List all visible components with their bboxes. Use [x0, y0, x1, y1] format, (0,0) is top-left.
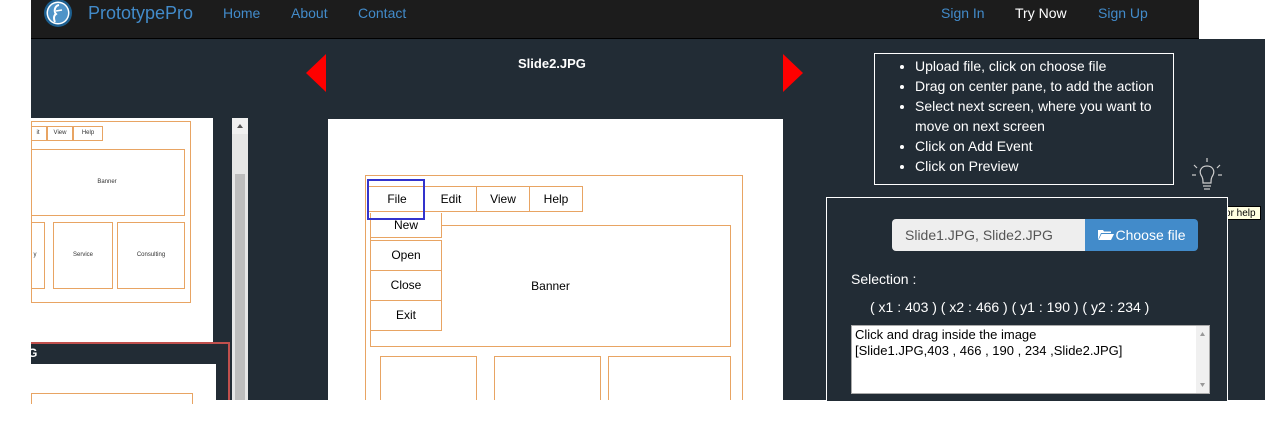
thumbnail-box: Consulting [117, 222, 185, 289]
try-now-link[interactable]: Try Now [1015, 0, 1067, 27]
instruction-item: Drag on center pane, to add the action [915, 76, 1173, 96]
instruction-item: Click on Add Event [915, 136, 1173, 156]
navbar: PrototypePro Home About Contact Sign In … [31, 0, 1199, 39]
thumbnail-menu-item: it [31, 126, 47, 141]
nav-contact-link[interactable]: Contact [358, 0, 406, 27]
slide-name: Slide2.JPG [518, 56, 586, 71]
slide-thumbnail-list[interactable]: it View Help Banner y Service Consulting [31, 118, 213, 343]
scroll-up-button[interactable] [232, 118, 248, 134]
selection-rectangle[interactable] [367, 179, 425, 220]
selection-coordinates: ( x1 : 403 ) ( x2 : 466 ) ( y1 : 190 ) (… [870, 299, 1150, 315]
scrollbar-thumb[interactable] [235, 174, 245, 400]
slide-canvas[interactable]: File Edit View Help Banner New Open Clos… [328, 119, 783, 400]
textarea-scrollbar[interactable] [1196, 326, 1209, 393]
next-slide-arrow-icon[interactable] [783, 54, 803, 92]
instructions-box: Upload file, click on choose file Drag o… [874, 53, 1174, 185]
selected-files-field[interactable]: Slide1.JPG, Slide2.JPG [892, 219, 1085, 251]
wireframe-box [380, 356, 477, 400]
thumbnail-box: y [31, 222, 45, 289]
choose-file-label: Choose file [1115, 227, 1186, 243]
nav-home-link[interactable]: Home [223, 0, 260, 27]
output-line: Click and drag inside the image [855, 327, 1037, 342]
selection-label: Selection : [851, 271, 917, 287]
instruction-item: Click on Preview [915, 156, 1173, 176]
previous-slide-arrow-icon[interactable] [306, 54, 326, 92]
sign-up-link[interactable]: Sign Up [1098, 0, 1148, 27]
instruction-item: Upload file, click on choose file [915, 56, 1173, 76]
wireframe-box [608, 356, 731, 400]
wireframe-submenu-exit: Exit [370, 300, 442, 331]
brand-name[interactable]: PrototypePro [88, 0, 193, 27]
wireframe-submenu-close: Close [370, 270, 442, 301]
thumbnail-2-frame [31, 393, 193, 404]
output-line: [Slide1.JPG,403 , 466 , 190 , 234 ,Slide… [855, 343, 1123, 358]
instruction-item: Select next screen, where you want to mo… [915, 96, 1173, 136]
brand-logo-icon[interactable] [43, 0, 73, 27]
help-lightbulb-icon[interactable] [1190, 157, 1224, 197]
nav-about-link[interactable]: About [291, 0, 328, 27]
folder-open-icon [1098, 230, 1115, 240]
thumbnail-banner: Banner [31, 149, 185, 216]
thumbnail-box: Service [53, 222, 113, 289]
wireframe-submenu-open: Open [370, 240, 442, 271]
wireframe-box [494, 356, 601, 400]
choose-file-button[interactable]: Choose file [1085, 219, 1198, 251]
wireframe-menu-edit: Edit [424, 186, 478, 212]
thumbnail-menu-item: View [47, 126, 73, 141]
wireframe-menu-view: View [476, 186, 530, 212]
thumbnail-2-label: G [28, 346, 38, 360]
thumbnail-menu-item: Help [73, 126, 103, 141]
event-output-textarea[interactable]: Click and drag inside the image [Slide1.… [851, 325, 1210, 394]
sign-in-link[interactable]: Sign In [941, 0, 985, 27]
thumbnail-2-image[interactable] [31, 364, 216, 404]
wireframe-menu-help: Help [529, 186, 583, 212]
